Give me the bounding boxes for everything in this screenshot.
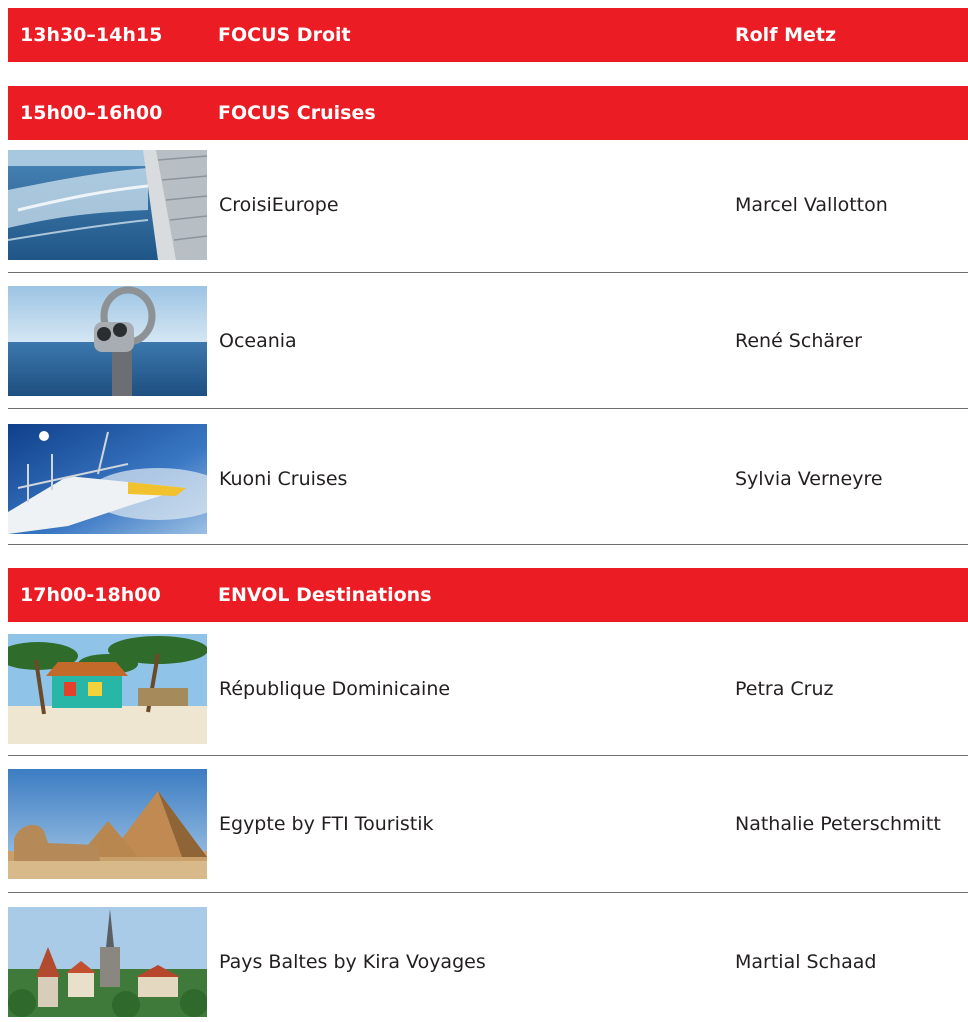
item-person: Nathalie Peterschmitt: [735, 813, 941, 835]
list-item: CroisiEurope Marcel Vallotton: [8, 150, 968, 260]
session-title: FOCUS Droit: [218, 24, 351, 46]
item-person: Petra Cruz: [735, 678, 834, 700]
beach-hut-palms-photo: [8, 634, 207, 744]
item-topic: Kuoni Cruises: [219, 468, 348, 490]
cruise-ship-wake-photo: [8, 150, 207, 260]
divider: [8, 272, 968, 273]
session-time: 17h00-18h00: [20, 584, 161, 606]
list-item: Pays Baltes by Kira Voyages Martial Scha…: [8, 907, 968, 1017]
list-item: Egypte by FTI Touristik Nathalie Petersc…: [8, 769, 968, 879]
session-title: FOCUS Cruises: [218, 102, 376, 124]
session-header: 17h00-18h00 ENVOL Destinations: [8, 568, 968, 622]
item-person: Martial Schaad: [735, 951, 877, 973]
divider: [8, 544, 968, 545]
session-time: 15h00–16h00: [20, 102, 163, 124]
item-person: René Schärer: [735, 330, 862, 352]
item-topic: Pays Baltes by Kira Voyages: [219, 951, 486, 973]
list-item: République Dominicaine Petra Cruz: [8, 634, 968, 744]
programme-page: 13h30–14h15 FOCUS Droit Rolf Metz 15h00–…: [0, 0, 968, 1022]
item-topic: CroisiEurope: [219, 194, 339, 216]
list-item: Oceania René Schärer: [8, 286, 968, 396]
item-person: Sylvia Verneyre: [735, 468, 883, 490]
list-item: Kuoni Cruises Sylvia Verneyre: [8, 424, 968, 534]
tallinn-old-town-photo: [8, 907, 207, 1017]
ship-bow-sky-photo: [8, 424, 207, 534]
divider: [8, 892, 968, 893]
session-title: ENVOL Destinations: [218, 584, 432, 606]
session-speaker: Rolf Metz: [735, 24, 837, 46]
divider: [8, 755, 968, 756]
divider: [8, 408, 968, 409]
session-header: 13h30–14h15 FOCUS Droit Rolf Metz: [8, 8, 968, 62]
pyramids-sphinx-photo: [8, 769, 207, 879]
coin-binoculars-sea-photo: [8, 286, 207, 396]
session-time: 13h30–14h15: [20, 24, 163, 46]
item-topic: République Dominicaine: [219, 678, 451, 700]
item-person: Marcel Vallotton: [735, 194, 888, 216]
item-topic: Egypte by FTI Touristik: [219, 813, 434, 835]
session-header: 15h00–16h00 FOCUS Cruises: [8, 86, 968, 140]
item-topic: Oceania: [219, 330, 297, 352]
